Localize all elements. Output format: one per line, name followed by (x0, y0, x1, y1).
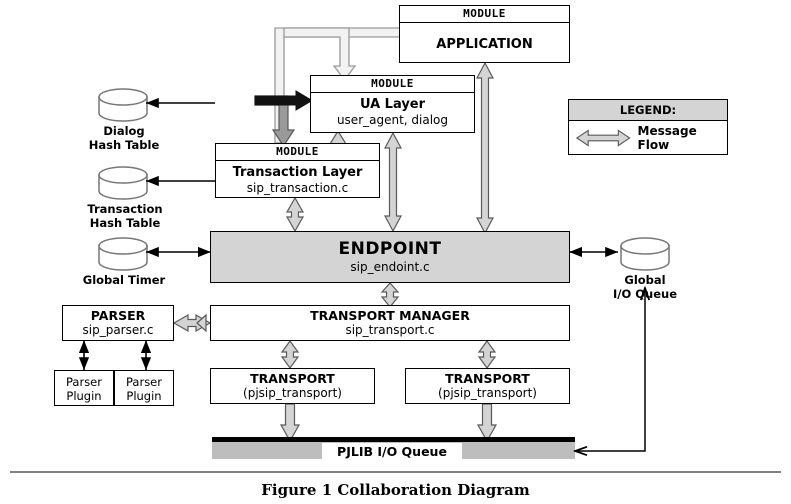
arrow-application-endpoint (476, 61, 494, 235)
module-transport-manager[interactable]: TRANSPORT MANAGER sip_transport.c (210, 305, 570, 341)
arrow-transportmanager-transportleft (280, 339, 300, 370)
parser-plugin-1-line1: Parser (66, 375, 102, 389)
global-timer-cylinder (98, 237, 148, 271)
dialog-hash-table-line1: Dialog (103, 124, 145, 138)
arrow-endpoint-transportmanager (380, 282, 400, 308)
arrow-into-transportmanager-left (196, 313, 207, 333)
transaction-hash-table-cylinder (98, 166, 148, 200)
collaboration-diagram: Dialog Hash Table Transaction Hash Table… (0, 0, 791, 504)
arrow-transportright-pjlib (476, 403, 498, 443)
global-timer-line1: Global Timer (82, 273, 166, 287)
module-parser-title: PARSER (90, 307, 146, 323)
module-ua-layer-header: MODULE (311, 76, 474, 93)
global-io-queue-line2: I/O Queue (612, 287, 677, 302)
module-transaction-layer-header: MODULE (216, 144, 379, 161)
module-transport-left-title: TRANSPORT (250, 370, 335, 386)
module-transaction-layer-subtitle: sip_transaction.c (246, 180, 349, 195)
arrow-into-ualayer-head (254, 90, 313, 111)
transaction-hash-table-line1: Transaction (87, 202, 163, 216)
legend: LEGEND: Message Flow (568, 99, 728, 155)
module-application-title: APPLICATION (436, 37, 533, 53)
global-io-queue-line1: Global (624, 273, 666, 287)
module-transaction-layer[interactable]: MODULE Transaction Layer sip_transaction… (215, 143, 380, 198)
module-application[interactable]: MODULE APPLICATION (399, 5, 570, 63)
module-ua-layer[interactable]: MODULE UA Layer user_agent, dialog (310, 75, 475, 133)
arrow-parser-transportmanager (172, 313, 212, 333)
double-arrow-horizontal-icon (575, 129, 631, 147)
module-transport-right-title: TRANSPORT (445, 370, 530, 386)
parser-plugin-2-line2: Plugin (126, 389, 162, 404)
global-timer-label: Global Timer (72, 273, 176, 287)
parser-plugin-2[interactable]: Parser Plugin (114, 370, 174, 406)
module-transport-right[interactable]: TRANSPORT (pjsip_transport) (405, 368, 570, 404)
module-endpoint-title: ENDPOINT (338, 239, 442, 260)
figure-caption: Figure 1 Collaboration Diagram (261, 481, 530, 499)
module-ua-layer-subtitle: user_agent, dialog (336, 112, 449, 127)
module-transaction-layer-title: Transaction Layer (232, 165, 363, 180)
dialog-hash-table-cylinder (98, 88, 148, 122)
module-ua-layer-title: UA Layer (359, 97, 426, 112)
parser-plugin-1-line2: Plugin (66, 389, 102, 404)
parser-plugin-1[interactable]: Parser Plugin (54, 370, 114, 406)
module-endpoint-subtitle: sip_endoint.c (350, 259, 430, 274)
module-transport-manager-title: TRANSPORT MANAGER (310, 307, 470, 323)
module-transport-left-subtitle: (pjsip_transport) (243, 385, 342, 400)
arrow-pjlib-globalioqueue (575, 288, 645, 451)
arrow-transaction-endpoint (285, 196, 305, 233)
module-parser-subtitle: sip_parser.c (82, 322, 154, 337)
arrow-elbow-left-to-ualayer-and-transaction (254, 95, 296, 148)
module-transport-manager-subtitle: sip_transport.c (345, 322, 435, 337)
module-endpoint[interactable]: ENDPOINT sip_endoint.c (210, 231, 570, 283)
pjlib-io-queue-label: PJLIB I/O Queue (322, 443, 462, 460)
arrow-transportmanager-transportright (477, 339, 497, 370)
dialog-hash-table-label: Dialog Hash Table (76, 124, 172, 153)
module-transport-left[interactable]: TRANSPORT (pjsip_transport) (210, 368, 375, 404)
arrow-ualayer-endpoint (384, 131, 402, 233)
global-io-queue-label: Global I/O Queue (595, 273, 695, 302)
dialog-hash-table-line2: Hash Table (88, 138, 160, 153)
module-parser[interactable]: PARSER sip_parser.c (62, 305, 174, 341)
module-transport-right-subtitle: (pjsip_transport) (438, 385, 537, 400)
transaction-hash-table-line2: Hash Table (89, 216, 161, 231)
arrow-elbow-application-to-ualayer (283, 27, 357, 82)
caption-rule (10, 471, 781, 473)
legend-header: LEGEND: (569, 100, 727, 121)
arrow-transportleft-pjlib (279, 403, 301, 443)
parser-plugin-2-line1: Parser (126, 375, 162, 389)
legend-entry-label: Message Flow (637, 124, 697, 152)
transaction-hash-table-label: Transaction Hash Table (70, 202, 180, 231)
module-application-header: MODULE (400, 6, 569, 23)
global-io-queue-cylinder (620, 237, 670, 271)
